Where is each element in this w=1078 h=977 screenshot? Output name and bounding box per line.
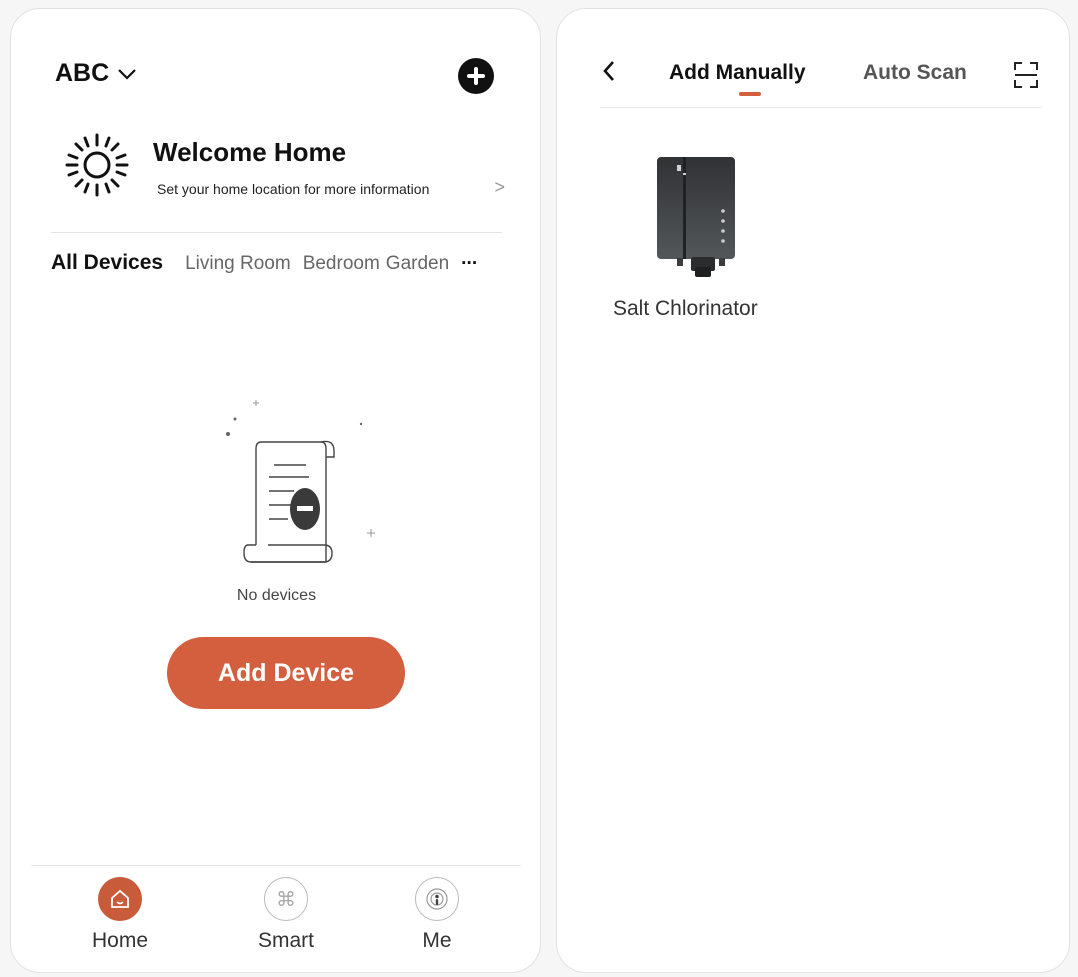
nav-me[interactable]: Me — [387, 877, 487, 953]
add-device-button[interactable]: Add Device — [167, 637, 405, 709]
divider — [31, 865, 521, 866]
add-device-screen: Add Manually Auto Scan Salt Chlorinator — [556, 8, 1070, 973]
me-icon — [415, 877, 459, 921]
tab-garden[interactable]: Garden — [386, 253, 449, 275]
nav-smart[interactable]: ⌘ Smart — [236, 877, 336, 953]
tab-all-devices[interactable]: All Devices — [51, 251, 163, 275]
sun-icon — [65, 133, 129, 197]
nav-label: Me — [422, 929, 452, 952]
device-item-salt-chlorinator[interactable]: Salt Chlorinator — [613, 149, 783, 329]
chevron-down-icon — [118, 68, 136, 80]
add-icon[interactable] — [458, 58, 494, 94]
home-icon — [98, 877, 142, 921]
scan-icon[interactable] — [1013, 61, 1039, 89]
smart-icon: ⌘ — [264, 877, 308, 921]
welcome-banner[interactable]: Welcome Home Set your home location for … — [63, 127, 513, 207]
welcome-title: Welcome Home — [153, 137, 347, 167]
nav-label: Smart — [257, 929, 314, 952]
device-name: Salt Chlorinator — [613, 297, 758, 320]
tab-living-room[interactable]: Living Room — [185, 253, 291, 275]
divider — [51, 232, 502, 233]
divider — [600, 107, 1042, 108]
tab-add-manually[interactable]: Add Manually — [669, 61, 806, 85]
chevron-right-icon: > — [494, 177, 505, 197]
tab-auto-scan[interactable]: Auto Scan — [863, 61, 967, 85]
home-selector[interactable]: ABC — [55, 59, 137, 88]
home-name: ABC — [55, 59, 110, 87]
more-icon[interactable]: ··· — [461, 253, 478, 275]
nav-label: Home — [91, 929, 149, 952]
tab-bedroom[interactable]: Bedroom — [303, 253, 380, 275]
nav-home[interactable]: Home — [70, 877, 170, 953]
back-arrow-icon[interactable] — [601, 59, 617, 83]
empty-state-text: No devices — [236, 587, 317, 604]
salt-chlorinator-image — [657, 157, 735, 277]
room-tabs: All Devices Living Room Bedroom Garden ·… — [51, 251, 478, 275]
active-tab-indicator — [739, 92, 761, 96]
empty-list-illustration — [226, 400, 375, 563]
home-screen: ABC Welcome Home Set your home location … — [10, 8, 541, 973]
welcome-subtitle: Set your home location for more informat… — [157, 181, 430, 197]
